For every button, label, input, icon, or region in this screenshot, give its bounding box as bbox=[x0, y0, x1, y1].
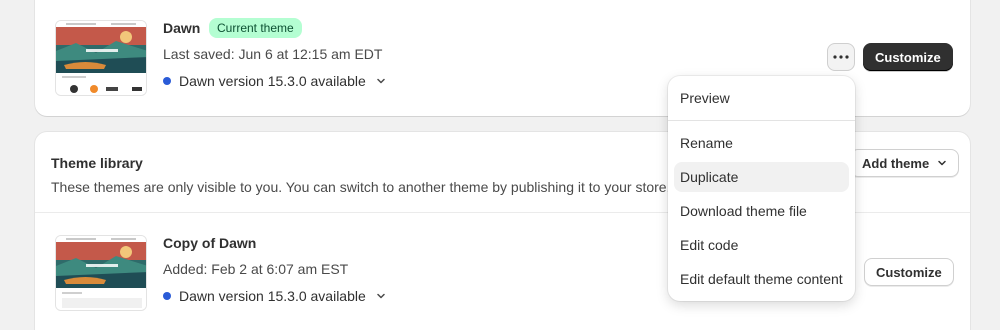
current-theme-name: Dawn bbox=[163, 20, 201, 36]
current-theme-last-saved: Last saved: Jun 6 at 12:15 am EDT bbox=[163, 46, 383, 62]
theme-preview-image bbox=[56, 21, 146, 95]
current-theme-badge: Current theme bbox=[209, 18, 302, 38]
menu-item-edit-default-theme-content[interactable]: Edit default theme content bbox=[674, 264, 849, 294]
chevron-down-icon bbox=[938, 160, 946, 166]
menu-item-edit-code[interactable]: Edit code bbox=[674, 230, 849, 260]
add-theme-button[interactable]: Add theme bbox=[850, 149, 960, 177]
menu-item-duplicate[interactable]: Duplicate bbox=[674, 162, 849, 192]
menu-item-download-theme-file[interactable]: Download theme file bbox=[674, 196, 849, 226]
library-theme-thumbnail[interactable] bbox=[55, 235, 147, 311]
theme-actions-menu: Preview Rename Duplicate Download theme … bbox=[668, 76, 855, 301]
current-theme-version-dropdown[interactable]: Dawn version 15.3.0 available bbox=[163, 73, 386, 89]
library-theme-version-dropdown[interactable]: Dawn version 15.3.0 available bbox=[163, 288, 386, 304]
theme-library-title: Theme library bbox=[51, 155, 143, 171]
chevron-down-icon bbox=[377, 78, 385, 84]
menu-item-rename[interactable]: Rename bbox=[674, 128, 849, 158]
horizontal-dots-icon bbox=[833, 55, 849, 59]
chevron-down-icon bbox=[377, 293, 385, 299]
library-theme-version-label: Dawn version 15.3.0 available bbox=[179, 288, 366, 304]
library-theme-name: Copy of Dawn bbox=[163, 235, 257, 251]
current-theme-thumbnail[interactable] bbox=[55, 20, 147, 96]
customize-current-theme-button[interactable]: Customize bbox=[863, 43, 953, 71]
theme-preview-image bbox=[56, 236, 146, 310]
customize-library-theme-button[interactable]: Customize bbox=[864, 258, 954, 286]
add-theme-label: Add theme bbox=[862, 155, 930, 171]
menu-item-preview[interactable]: Preview bbox=[674, 83, 849, 113]
version-status-dot bbox=[163, 77, 171, 85]
more-actions-button[interactable] bbox=[827, 43, 855, 71]
theme-library-description: These themes are only visible to you. Yo… bbox=[51, 179, 671, 195]
version-status-dot bbox=[163, 292, 171, 300]
library-theme-added-date: Added: Feb 2 at 6:07 am EST bbox=[163, 261, 349, 277]
current-theme-version-label: Dawn version 15.3.0 available bbox=[179, 73, 366, 89]
menu-separator bbox=[668, 120, 855, 121]
